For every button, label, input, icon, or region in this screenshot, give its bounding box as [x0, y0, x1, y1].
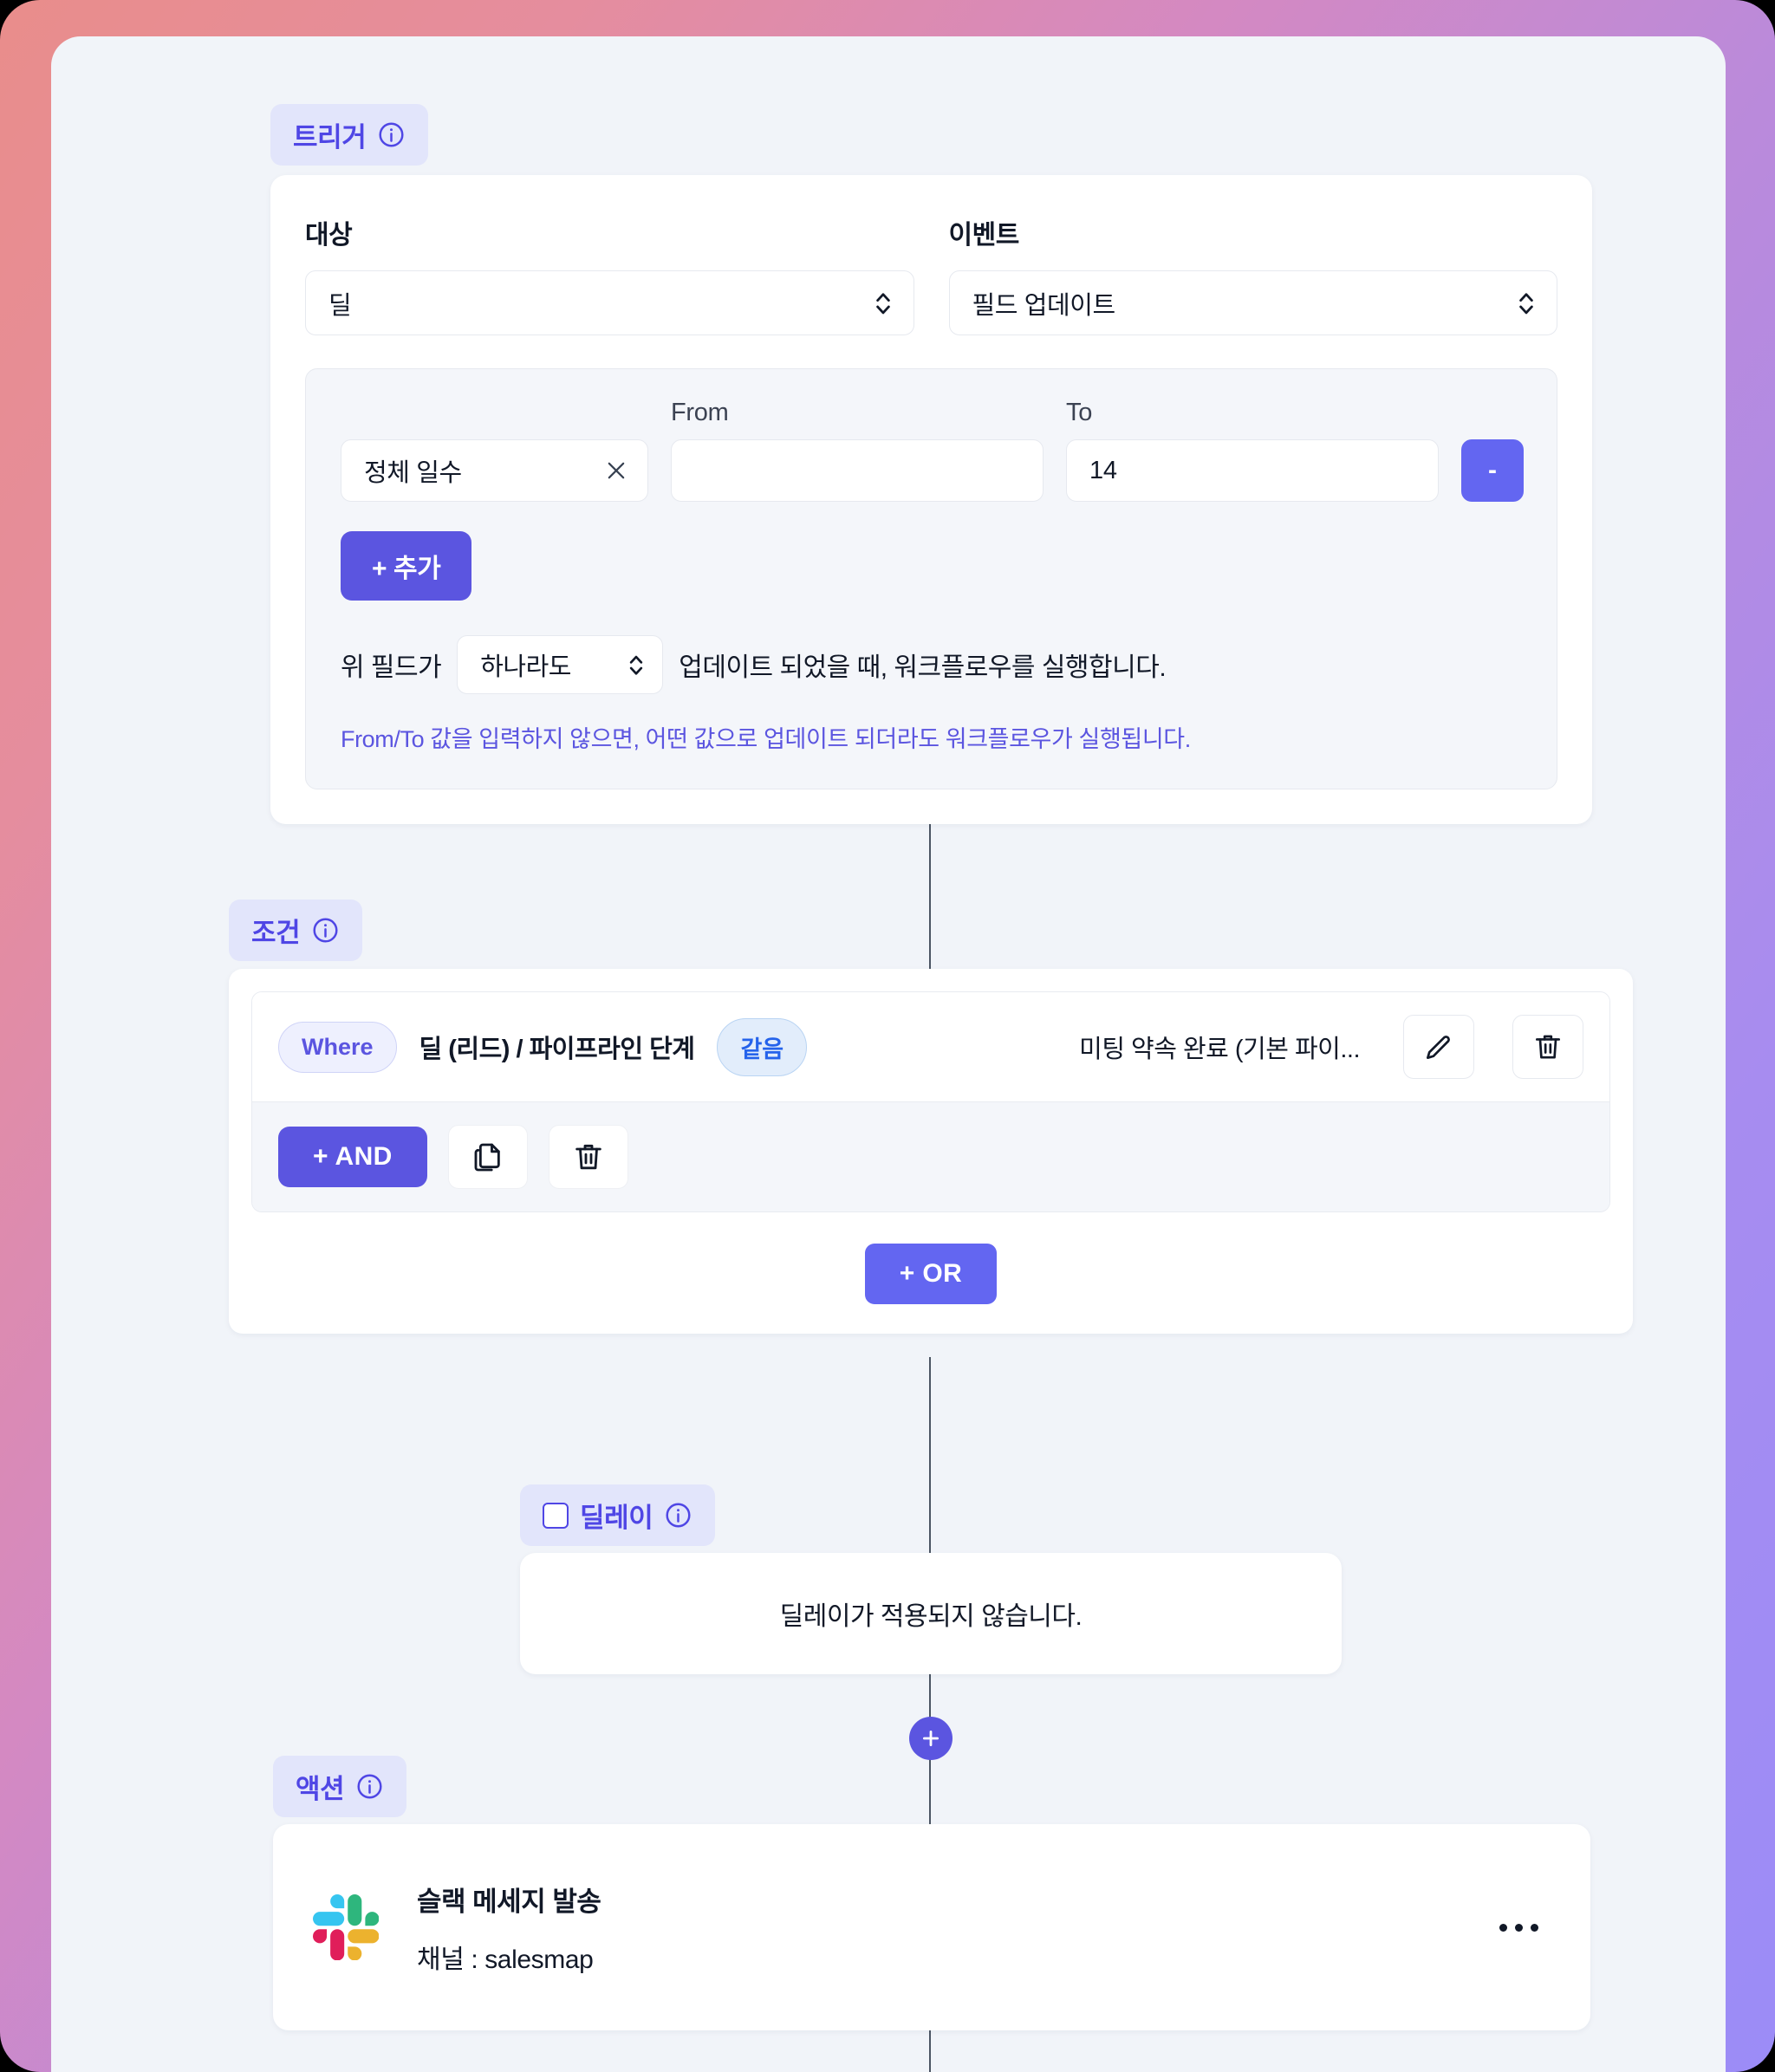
- connector-condition-to-delay: [929, 1357, 932, 1582]
- action-text-group: 슬랙 메세지 발송 채널 : salesmap: [417, 1880, 601, 1976]
- field-tag-label: 정체 일수: [364, 459, 462, 487]
- trigger-sentence: 위 필드가 하나라도 업데이트 되었을 때, 워크플로우를 실행합니다.: [341, 635, 1522, 694]
- condition-actions: + AND: [252, 1101, 1609, 1211]
- condition-field-label: 딜 (리드) / 파이프라인 단계: [419, 1036, 695, 1063]
- match-mode-select[interactable]: 하나라도: [457, 635, 664, 694]
- info-icon[interactable]: [664, 1501, 692, 1530]
- add-node-button[interactable]: [909, 1717, 953, 1760]
- field-change-panel: From To 정체 일수 14 - + 추가 위 필드가 하나라도 업데이트 …: [305, 368, 1557, 789]
- slack-logo: [313, 1894, 380, 1961]
- trigger-card: 대상 딜 이벤트 필드 업데이트 From To 정체 일수 14 - + 추가…: [270, 175, 1592, 824]
- info-icon[interactable]: [355, 1772, 384, 1801]
- target-select[interactable]: 딜: [305, 270, 914, 335]
- delay-message: 딜레이가 적용되지 않습니다.: [779, 1602, 1083, 1631]
- comparator-pill[interactable]: 같음: [717, 1017, 808, 1076]
- delete-condition-group-button[interactable]: [548, 1125, 628, 1189]
- fromto-header-spacer: [341, 399, 648, 427]
- condition-section-badge[interactable]: 조건: [229, 900, 363, 961]
- chevron-up-down-icon: [1517, 288, 1536, 319]
- info-icon[interactable]: [311, 916, 340, 945]
- delete-condition-button[interactable]: [1512, 1015, 1583, 1079]
- condition-badge-label: 조건: [251, 918, 301, 948]
- gradient-frame: 트리거 대상 딜 이벤트 필드 업데이트 From To 정체 일수 14 - …: [0, 0, 1775, 2072]
- add-fromto-row-label: + 추가: [372, 555, 441, 583]
- action-section-badge[interactable]: 액션: [273, 1756, 407, 1817]
- fromto-row: 정체 일수 14 -: [341, 439, 1524, 502]
- workflow-canvas: 트리거 대상 딜 이벤트 필드 업데이트 From To 정체 일수 14 - …: [51, 36, 1726, 2072]
- action-title: 슬랙 메세지 발송: [417, 1886, 601, 1917]
- event-field-group: 이벤트 필드 업데이트: [948, 213, 1557, 335]
- delay-badge-label: 딜레이: [580, 1503, 653, 1533]
- trigger-section-badge[interactable]: 트리거: [270, 104, 429, 166]
- chevron-up-down-icon: [874, 288, 893, 319]
- action-card[interactable]: 슬랙 메세지 발송 채널 : salesmap: [273, 1824, 1590, 2030]
- match-mode-value: 하나라도: [480, 653, 571, 681]
- trigger-badge-label: 트리거: [293, 122, 367, 153]
- condition-card: Where 딜 (리드) / 파이프라인 단계 같음 미팅 약속 완료 (기본 …: [229, 969, 1633, 1334]
- field-tag-select[interactable]: 정체 일수: [341, 439, 648, 502]
- sentence-suffix: 업데이트 되었을 때, 워크플로우를 실행합니다.: [679, 653, 1167, 682]
- more-dot: [1499, 1923, 1507, 1932]
- fromto-headers: From To: [341, 399, 1522, 427]
- from-value-input[interactable]: [671, 439, 1044, 502]
- info-icon[interactable]: [377, 120, 406, 149]
- duplicate-condition-button[interactable]: [447, 1125, 528, 1189]
- remove-fromto-row-label: -: [1488, 456, 1497, 484]
- from-header: From: [671, 399, 729, 426]
- more-dot: [1515, 1923, 1523, 1932]
- action-badge-label: 액션: [296, 1774, 345, 1804]
- target-label: 대상: [305, 221, 353, 250]
- to-value-input[interactable]: 14: [1066, 439, 1439, 502]
- event-select[interactable]: 필드 업데이트: [948, 270, 1557, 335]
- delay-section-badge[interactable]: 딜레이: [520, 1484, 716, 1546]
- close-x-icon[interactable]: [604, 458, 628, 483]
- event-select-value: 필드 업데이트: [972, 291, 1116, 320]
- target-field-group: 대상 딜: [305, 213, 914, 335]
- delay-card: 딜레이가 적용되지 않습니다.: [520, 1553, 1342, 1674]
- action-more-menu-button[interactable]: [1486, 1910, 1552, 1945]
- trigger-note: From/To 값을 입력하지 않으면, 어떤 값으로 업데이트 되더라도 워크…: [341, 726, 1191, 752]
- add-or-button[interactable]: + OR: [864, 1244, 998, 1304]
- delay-enable-checkbox[interactable]: [543, 1502, 569, 1529]
- condition-row: Where 딜 (리드) / 파이프라인 단계 같음 미팅 약속 완료 (기본 …: [252, 992, 1609, 1101]
- event-label: 이벤트: [948, 221, 1020, 250]
- add-fromto-row-button[interactable]: + 추가: [341, 531, 472, 601]
- add-and-button[interactable]: + AND: [278, 1127, 427, 1187]
- trigger-selectors: 대상 딜 이벤트 필드 업데이트: [305, 213, 1557, 335]
- edit-condition-button[interactable]: [1403, 1015, 1474, 1079]
- condition-group: Where 딜 (리드) / 파이프라인 단계 같음 미팅 약속 완료 (기본 …: [251, 991, 1610, 1212]
- remove-fromto-row-button[interactable]: -: [1461, 439, 1524, 502]
- where-pill[interactable]: Where: [278, 1021, 397, 1073]
- to-value-text: 14: [1089, 456, 1117, 484]
- target-select-value: 딜: [328, 291, 352, 320]
- chevron-up-down-icon: [627, 651, 645, 679]
- or-row: + OR: [251, 1244, 1610, 1304]
- to-header: To: [1066, 399, 1093, 426]
- action-subtitle: 채널 : salesmap: [417, 1945, 594, 1974]
- more-dot: [1531, 1923, 1538, 1932]
- condition-value: 미팅 약속 완료 (기본 파이...: [1079, 1036, 1360, 1063]
- sentence-prefix: 위 필드가: [341, 653, 442, 682]
